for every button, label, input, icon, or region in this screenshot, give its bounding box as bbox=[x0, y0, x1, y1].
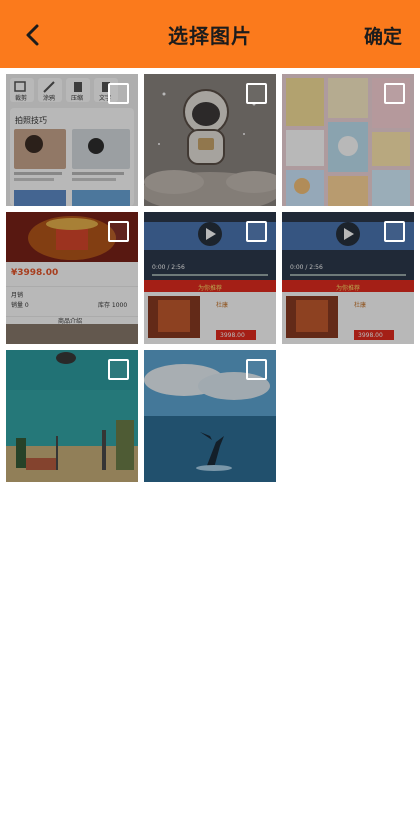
select-checkbox[interactable] bbox=[384, 83, 405, 104]
image-tile-6[interactable]: 0:00 / 2:56 为你推荐 杜康 3998.00 bbox=[282, 212, 414, 344]
image-tile-2[interactable] bbox=[144, 74, 276, 206]
top-bar: 选择图片 确定 bbox=[0, 0, 420, 68]
select-checkbox[interactable] bbox=[246, 83, 267, 104]
image-tile-3[interactable] bbox=[282, 74, 414, 206]
image-tile-5[interactable]: 0:00 / 2:56 为你推荐 杜康 3998.00 bbox=[144, 212, 276, 344]
back-button[interactable] bbox=[18, 20, 48, 50]
image-tile-8[interactable] bbox=[144, 350, 276, 482]
confirm-button[interactable]: 确定 bbox=[364, 22, 402, 49]
select-checkbox[interactable] bbox=[384, 221, 405, 242]
select-checkbox[interactable] bbox=[246, 359, 267, 380]
image-tile-7[interactable] bbox=[6, 350, 138, 482]
image-tile-1[interactable]: 裁剪 涂鸦 压缩 文字 拍照技巧 bbox=[6, 74, 138, 206]
select-checkbox[interactable] bbox=[246, 221, 267, 242]
select-checkbox[interactable] bbox=[108, 359, 129, 380]
image-tile-4[interactable]: ¥3998.00 月销 销量 0 库存 1000 商品介绍 bbox=[6, 212, 138, 344]
select-checkbox[interactable] bbox=[108, 221, 129, 242]
image-grid: 裁剪 涂鸦 压缩 文字 拍照技巧 ¥3998.00 月销 销量 0 库存 100… bbox=[6, 74, 414, 482]
chevron-left-icon bbox=[26, 24, 39, 46]
select-checkbox[interactable] bbox=[108, 83, 129, 104]
page-title: 选择图片 bbox=[168, 23, 252, 48]
